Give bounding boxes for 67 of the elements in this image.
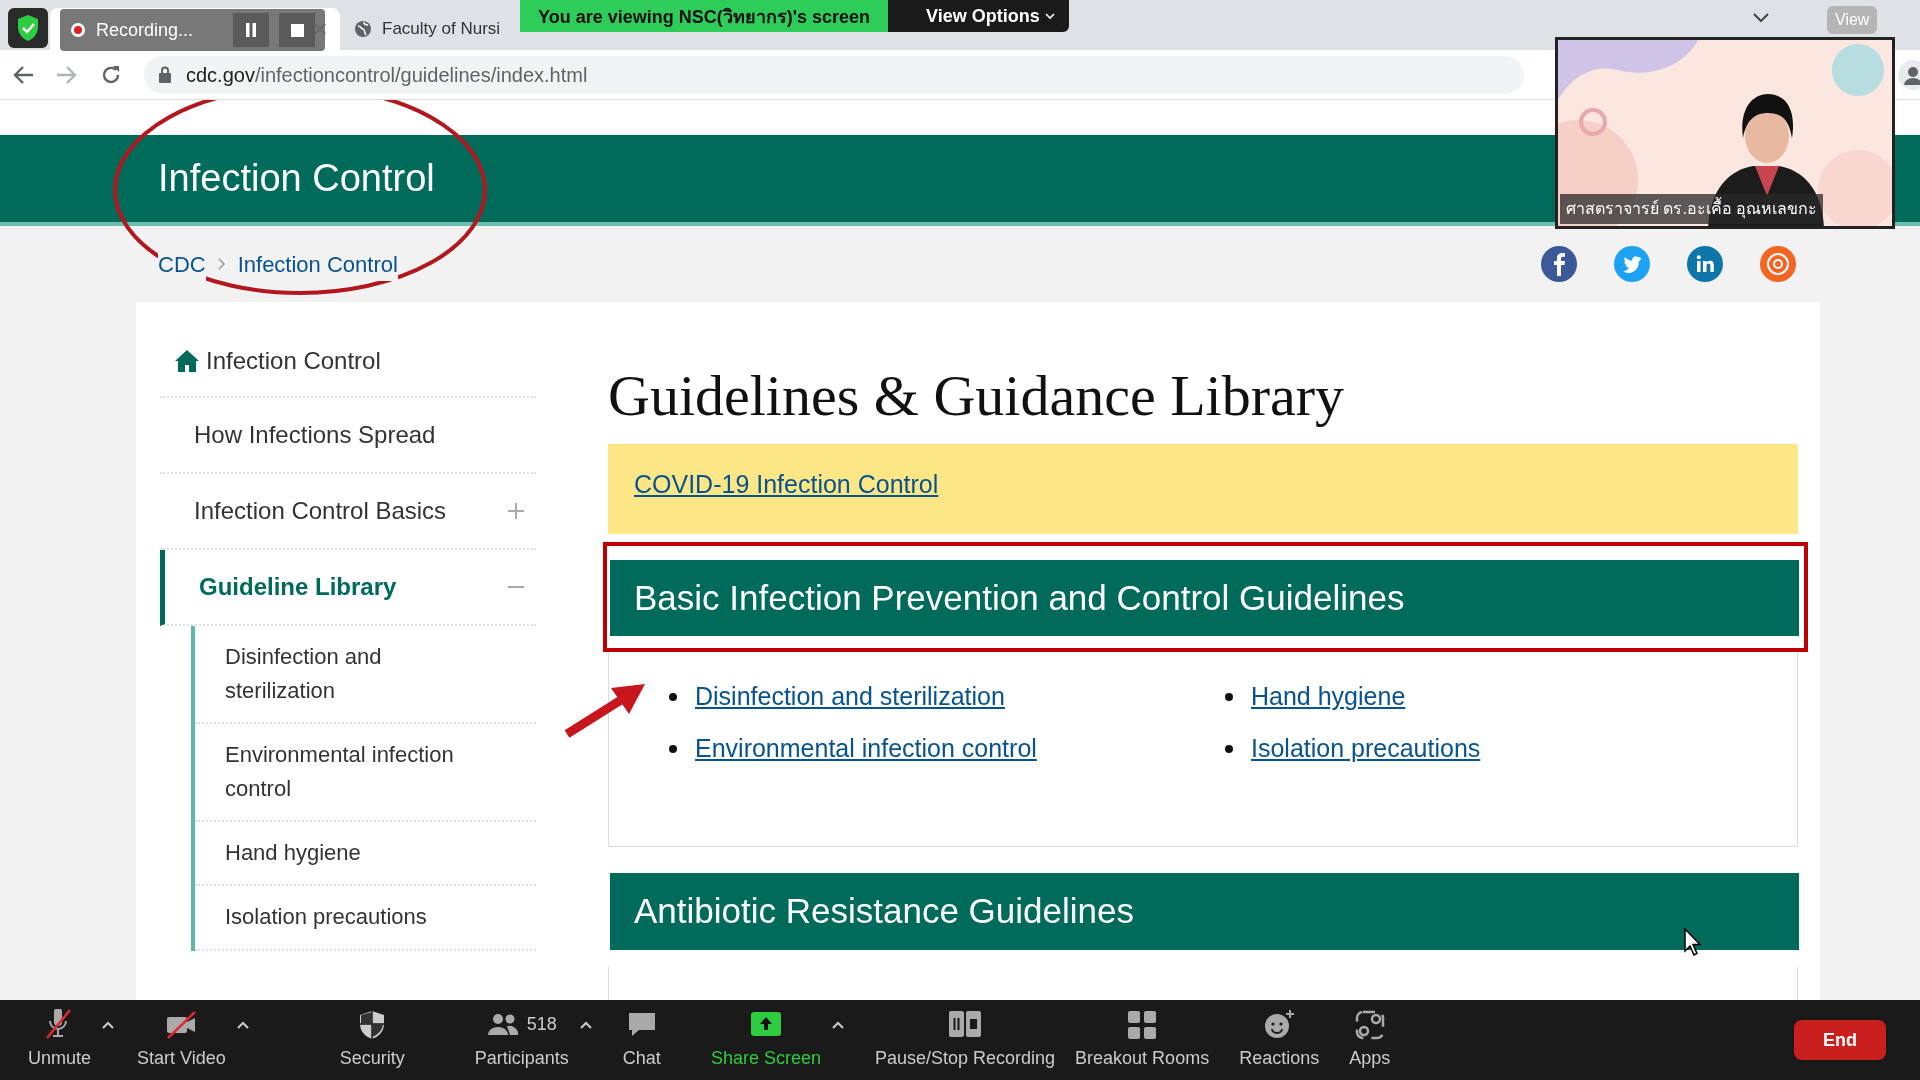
covid-link[interactable]: COVID-19 Infection Control [634, 469, 939, 498]
bullet-icon [669, 744, 677, 753]
caret-icon[interactable] [235, 1020, 250, 1030]
sidebar-item[interactable]: Guideline Library [160, 550, 536, 626]
chat-button[interactable]: Chat [612, 1004, 671, 1076]
profile-icon[interactable] [1898, 59, 1920, 90]
bullet-icon [1225, 693, 1233, 702]
recording-label: Recording... [96, 18, 194, 42]
shield-icon[interactable] [8, 8, 48, 48]
section-heading: Antibiotic Resistance Guidelines [610, 873, 1799, 950]
sidebar-subitem[interactable]: Hand hygiene [195, 822, 536, 887]
rooms-button[interactable]: Breakout Rooms [1065, 1004, 1220, 1076]
sidebar-subitem[interactable]: Isolation precautions [195, 886, 536, 951]
end-button[interactable]: End [1794, 1020, 1886, 1060]
caret-icon[interactable] [578, 1020, 593, 1030]
stop-icon [290, 23, 304, 37]
caret-icon [1044, 13, 1055, 21]
record-dot-icon [70, 22, 86, 38]
sidebar-item[interactable]: Infection Control Basics [160, 474, 536, 550]
chevron-icon [217, 258, 226, 270]
banner-title: Infection Control [158, 156, 435, 201]
apps-button[interactable]: Apps [1339, 1004, 1401, 1076]
sidebar-subitem[interactable]: Disinfection and sterilization [195, 626, 536, 725]
bullet-icon [1225, 744, 1233, 753]
section-heading: Basic Infection Prevention and Control Guidelines [610, 559, 1799, 637]
participant-count: 518 [526, 1013, 557, 1036]
guideline-link[interactable]: Disinfection and sterilization [695, 678, 1005, 716]
participant-name: ศาสตราจารย์ ดร.อะเคื้อ อุณหเลขกะ [1560, 194, 1824, 224]
bullet-icon [669, 693, 677, 702]
caret-icon[interactable] [830, 1020, 845, 1030]
grid-icon [1126, 1008, 1159, 1041]
home-icon [174, 349, 200, 373]
recording-button[interactable]: Pause/Stop Recording [864, 1004, 1066, 1076]
sidebar-subitem[interactable]: Environmental infection control [195, 724, 536, 823]
sidebar-item[interactable]: How Infections Spread [160, 398, 536, 474]
reactions-button[interactable]: Reactions [1229, 1004, 1330, 1076]
sidebar-label[interactable]: Infection Control [206, 343, 381, 379]
tab-list-caret-icon[interactable] [1752, 12, 1770, 24]
lock-icon [158, 65, 172, 84]
apps-icon [1353, 1008, 1386, 1041]
video-off-icon [165, 1008, 198, 1041]
security-button[interactable]: Security [329, 1004, 415, 1076]
facebook-icon[interactable] [1541, 246, 1577, 282]
linkedin-icon[interactable] [1687, 246, 1723, 282]
smiley-icon [1263, 1008, 1296, 1041]
guideline-link[interactable]: Hand hygiene [1251, 678, 1406, 716]
url-text: cdc.gov/infectioncontrol/guidelines/index.html [186, 62, 588, 88]
pause-button[interactable] [233, 13, 269, 47]
page-heading: Guidelines & Guidance Library [608, 364, 1346, 428]
feed-icon[interactable] [1760, 246, 1796, 282]
pause-icon [245, 23, 257, 37]
unmute-button[interactable]: Unmute [18, 1004, 102, 1076]
participants-button[interactable]: 518 Participants [464, 1004, 579, 1076]
reload-icon[interactable] [100, 63, 122, 86]
video-button[interactable]: Start Video [127, 1004, 236, 1076]
share-button[interactable]: Share Screen [700, 1004, 831, 1076]
mouse-cursor-icon [1684, 928, 1702, 956]
globe-icon [354, 20, 372, 38]
bird-icon[interactable] [1614, 246, 1650, 282]
stop-button[interactable] [279, 13, 315, 47]
back-icon[interactable] [12, 64, 34, 85]
guideline-link[interactable]: Isolation precautions [1251, 729, 1481, 768]
address-bar[interactable]: cdc.gov/infectioncontrol/guidelines/index.html [144, 55, 1524, 94]
view-options-button[interactable]: View Options [888, 0, 1069, 32]
viewing-toast: You are viewing NSC(วิทยากร)'s screen [520, 0, 889, 32]
guideline-link[interactable]: Environmental infection control [695, 729, 1037, 768]
caret-icon[interactable] [101, 1020, 116, 1030]
